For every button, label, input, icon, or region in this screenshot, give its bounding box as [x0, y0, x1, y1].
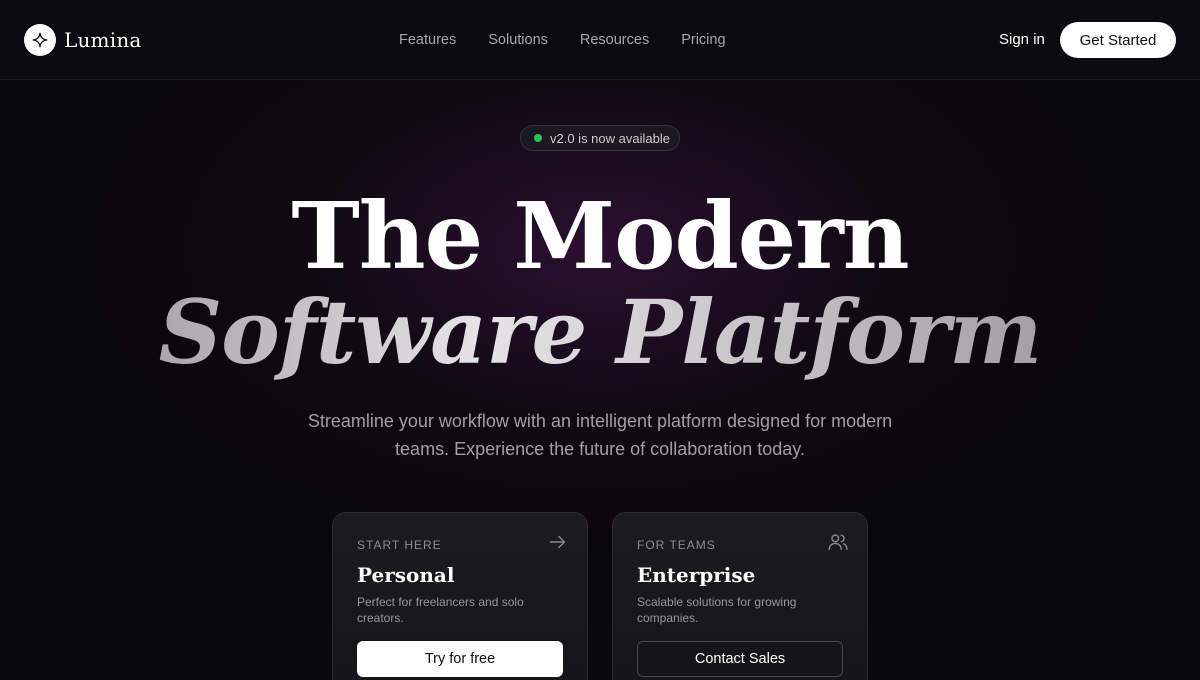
card-eyebrow: START HERE	[357, 538, 442, 552]
nav-link-solutions[interactable]: Solutions	[488, 30, 548, 50]
nav-link-resources[interactable]: Resources	[580, 30, 649, 50]
card-enterprise: FOR TEAMS Enterprise Scalable solutions …	[612, 512, 868, 680]
hero-title-line1: The Modern	[291, 182, 909, 290]
status-dot-icon	[534, 134, 542, 142]
card-eyebrow: FOR TEAMS	[637, 538, 716, 552]
nav-link-pricing[interactable]: Pricing	[681, 30, 725, 50]
arrow-right-icon	[549, 535, 566, 549]
brand-name: Lumina	[64, 28, 142, 52]
get-started-button[interactable]: Get Started	[1060, 22, 1176, 58]
contact-sales-button[interactable]: Contact Sales	[637, 641, 843, 677]
sparkle-icon	[24, 24, 56, 56]
hero-subtitle: Streamline your workflow with an intelli…	[307, 411, 893, 459]
try-for-free-button[interactable]: Try for free	[357, 641, 563, 677]
card-title: Enterprise	[637, 563, 756, 587]
sign-in-link[interactable]: Sign in	[999, 30, 1045, 50]
brand-logo[interactable]: Lumina	[24, 24, 142, 56]
badge-text: v2.0 is now available	[550, 130, 670, 146]
nav-links: Features Solutions Resources Pricing	[399, 30, 726, 50]
users-icon	[828, 534, 848, 551]
version-badge[interactable]: v2.0 is now available	[520, 125, 680, 151]
card-description: Perfect for freelancers and solo creator…	[357, 595, 524, 625]
top-nav: Lumina Features Solutions Resources Pric…	[0, 0, 1200, 80]
card-description: Scalable solutions for growing companies…	[637, 595, 797, 625]
card-title: Personal	[357, 563, 455, 587]
card-personal: START HERE Personal Perfect for freelanc…	[332, 512, 588, 680]
nav-link-features[interactable]: Features	[399, 30, 456, 50]
hero-title-line2: Software Platform	[0, 282, 1200, 382]
landing-page: Lumina Features Solutions Resources Pric…	[0, 0, 1200, 680]
